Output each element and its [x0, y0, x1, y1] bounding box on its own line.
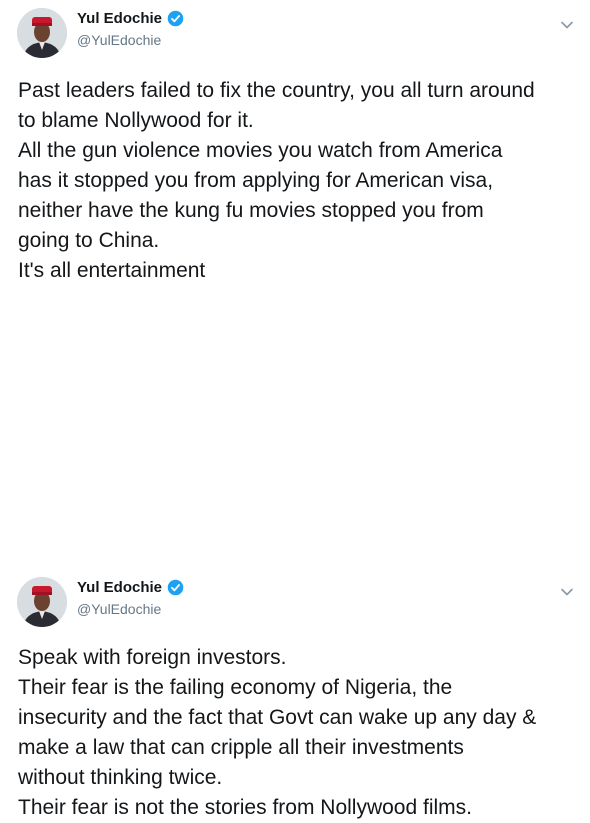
author-handle[interactable]: @YulEdochie	[77, 32, 161, 48]
tweet-text-line: has it stopped you from applying for Ame…	[18, 169, 494, 192]
tweet-text-line: neither have the kung fu movies stopped …	[18, 199, 484, 222]
tweet-text-line: insecurity and the fact that Govt can wa…	[18, 706, 537, 729]
tweet-text-line: to blame Nollywood for it.	[18, 109, 254, 132]
author-handle[interactable]: @YulEdochie	[77, 601, 161, 617]
tweet-text-line: Their fear is the failing economy of Nig…	[18, 676, 453, 699]
avatar[interactable]	[17, 8, 67, 58]
tweet-text: Past leaders failed to fix the country, …	[18, 76, 586, 286]
tweet-text-line: without thinking twice.	[18, 766, 223, 789]
chevron-down-icon[interactable]	[560, 18, 574, 32]
tweet-text: Speak with foreign investors. Their fear…	[18, 643, 586, 823]
author-name[interactable]: Yul Edochie	[77, 579, 162, 596]
tweet-2: Yul Edochie @YulEdochie Speak with forei…	[0, 285, 590, 819]
tweet-text-line: make a law that can cripple all their in…	[18, 736, 464, 759]
avatar[interactable]	[17, 577, 67, 627]
tweet-text-line: All the gun violence movies you watch fr…	[18, 139, 503, 162]
verified-badge-icon	[167, 10, 184, 27]
chevron-down-icon[interactable]	[560, 585, 574, 599]
tweet-text-line: Speak with foreign investors.	[18, 646, 287, 669]
tweet-text-line: It's all entertainment	[18, 259, 206, 282]
tweet-text-line: going to China.	[18, 229, 160, 252]
author-name[interactable]: Yul Edochie	[77, 10, 162, 27]
verified-badge-icon	[167, 579, 184, 596]
tweet-text-line: Past leaders failed to fix the country, …	[18, 79, 535, 102]
tweet-text-line: Their fear is not the stories from Nolly…	[18, 796, 472, 819]
tweet-1: Yul Edochie @YulEdochie Past leaders fai…	[0, 0, 590, 285]
